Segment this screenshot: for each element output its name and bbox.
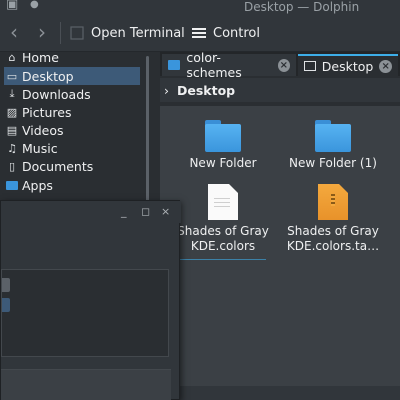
home-icon: ⌂ <box>8 52 16 64</box>
sidebar-item-downloads[interactable]: ⤓ Downloads <box>4 85 140 103</box>
status-bar <box>160 386 400 400</box>
dialog-footer <box>1 369 171 400</box>
close-tab-icon[interactable]: × <box>277 58 290 72</box>
dialog-title-bar: _ ◻ × <box>1 201 181 223</box>
tab-desktop[interactable]: Desktop × <box>298 54 398 76</box>
desktop-icon <box>304 61 316 71</box>
keep-above-icon[interactable]: ● <box>30 0 39 12</box>
file-view[interactable]: New Folder New Folder (1) Shades of Gray… <box>160 106 400 386</box>
toolbar-separator <box>60 22 61 44</box>
sidebar-item-pictures[interactable]: ▨ Pictures <box>4 103 140 121</box>
tab-color-schemes[interactable]: color-schemes × <box>162 50 296 80</box>
archive-icon <box>318 184 348 220</box>
sidebar-scrollbar[interactable] <box>146 56 149 206</box>
document-icon <box>208 184 238 220</box>
sidebar-item-apps[interactable]: Apps <box>4 176 140 194</box>
sidebar-item-label: Home <box>22 52 59 65</box>
breadcrumb[interactable]: › Desktop <box>160 78 400 102</box>
back-button[interactable]: ‹ <box>4 21 24 43</box>
folder-icon <box>315 120 351 152</box>
overlapping-window[interactable]: _ ◻ × <box>0 200 181 400</box>
open-terminal-label: Open Terminal <box>91 25 185 41</box>
focus-underline <box>180 259 266 260</box>
minimize-icon[interactable]: _ <box>121 205 127 218</box>
folder-icon <box>168 60 181 70</box>
file-name-line1: Shades of Gray <box>177 224 269 238</box>
sidebar-item-home[interactable]: ⌂ Home <box>4 52 140 66</box>
control-label: Control <box>213 25 260 41</box>
sidebar-item-label: Videos <box>22 122 64 138</box>
places-panel: ⌂ Home ▭ Desktop ⤓ Downloads ▨ Pictures … <box>0 52 150 212</box>
file-name-line1: Shades of Gray <box>287 224 379 238</box>
sidebar-item-music[interactable]: ♫ Music <box>4 139 140 157</box>
title-bar: ▣ ● Desktop — Dolphin <box>0 0 400 14</box>
sidebar-item-label: Music <box>22 140 58 156</box>
add-icon[interactable] <box>2 298 10 312</box>
file-name-line2: KDE.colors.ta… <box>286 239 380 253</box>
file-name-line2: KDE.colors <box>190 239 256 253</box>
chevron-left-icon: ‹ <box>10 20 18 44</box>
file-item[interactable]: New Folder (1) <box>278 120 388 171</box>
control-menu-button[interactable]: Control <box>192 20 260 46</box>
forward-button[interactable]: › <box>32 21 52 43</box>
tab-label: Desktop <box>321 58 374 74</box>
maximize-icon[interactable]: ◻ <box>141 205 150 218</box>
document-icon: ▯ <box>8 159 16 173</box>
window-title: Desktop — Dolphin <box>244 0 360 14</box>
sidebar-item-label: Downloads <box>22 86 91 102</box>
sidebar-item-label: Pictures <box>22 104 72 120</box>
close-icon[interactable]: × <box>161 205 170 218</box>
download-icon: ⤓ <box>9 87 15 100</box>
sidebar-item-label: Desktop <box>22 68 74 84</box>
folder-icon <box>6 180 18 190</box>
video-icon: ▤ <box>6 123 18 137</box>
sidebar-item-videos[interactable]: ▤ Videos <box>4 121 140 139</box>
hamburger-menu-icon <box>192 28 206 38</box>
sidebar-item-label: Documents <box>22 158 94 174</box>
folder-icon <box>205 120 241 152</box>
tab-label: color-schemes <box>186 50 242 80</box>
sidebar-item-documents[interactable]: ▯ Documents <box>4 157 140 175</box>
window-menu-icon[interactable]: ▣ <box>6 0 18 12</box>
breadcrumb-current[interactable]: Desktop <box>177 83 235 98</box>
sidebar-item-label: Apps <box>22 177 53 193</box>
music-icon: ♫ <box>7 141 17 155</box>
file-item[interactable]: Shades of Gray KDE.colors <box>168 184 278 260</box>
file-name: New Folder (1) <box>289 156 377 170</box>
open-terminal-button[interactable]: Open Terminal <box>70 20 185 46</box>
close-tab-icon[interactable]: × <box>379 59 392 73</box>
chevron-right-icon: › <box>38 20 46 44</box>
file-item[interactable]: Shades of Gray KDE.colors.ta… <box>278 184 388 254</box>
desktop-icon: ▭ <box>6 69 18 83</box>
image-icon: ▨ <box>6 105 18 119</box>
file-name: New Folder <box>189 156 257 170</box>
expand-handle[interactable] <box>2 278 10 292</box>
terminal-icon <box>70 26 84 40</box>
dialog-panel <box>1 269 169 357</box>
tab-bar: color-schemes × Desktop × <box>160 50 400 80</box>
file-item[interactable]: New Folder <box>168 120 278 171</box>
main-toolbar: ‹ › Open Terminal Control <box>0 14 400 52</box>
sidebar-item-desktop[interactable]: ▭ Desktop <box>4 67 140 85</box>
chevron-right-icon: › <box>164 82 169 98</box>
